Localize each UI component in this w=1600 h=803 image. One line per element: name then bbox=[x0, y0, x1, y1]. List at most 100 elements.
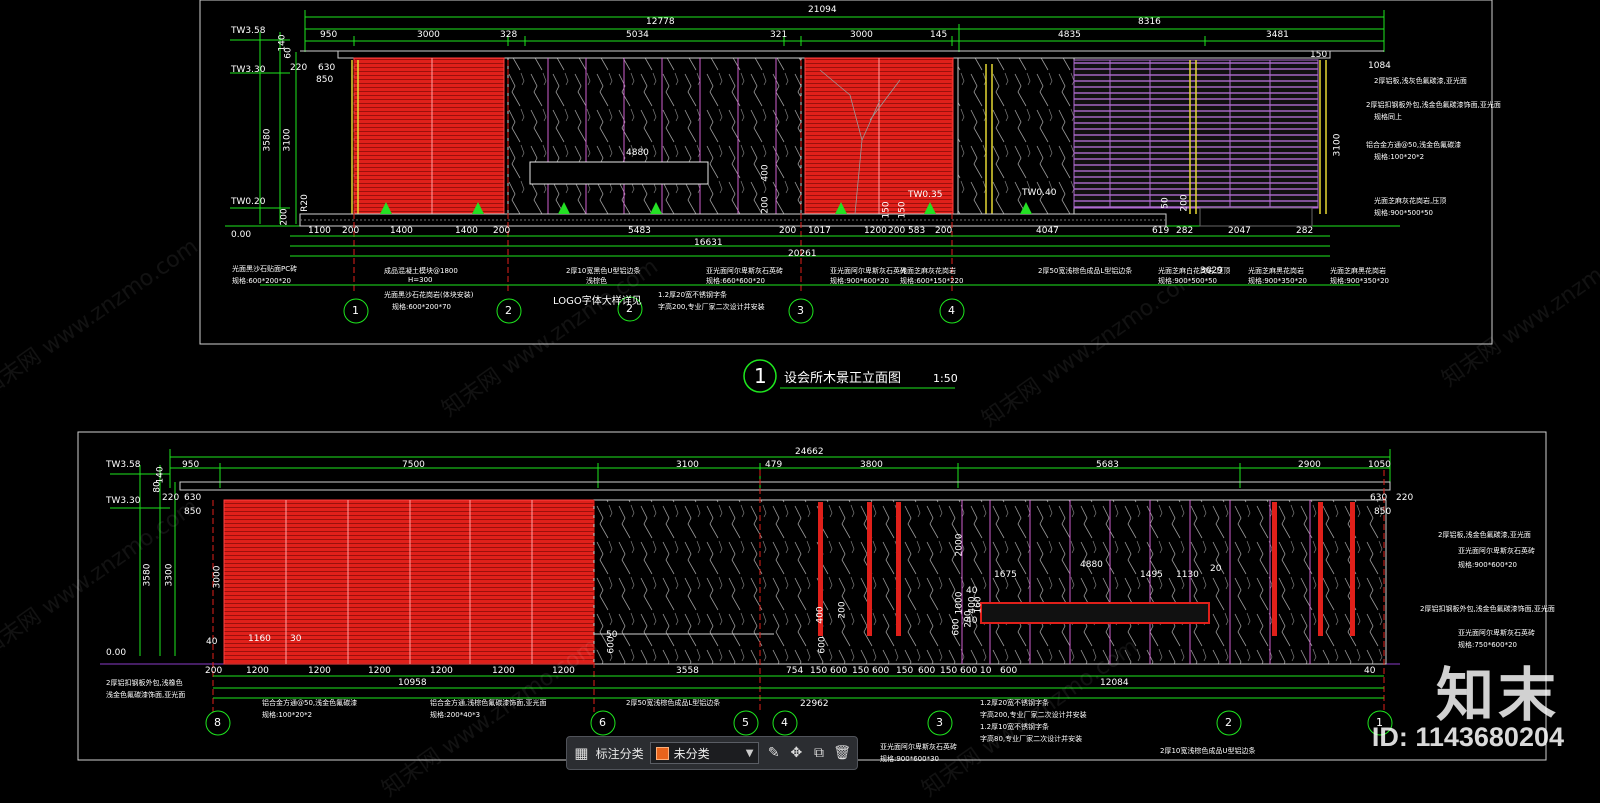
material-note: 亚光面阿尔卑斯灰石英砖 bbox=[830, 267, 907, 275]
dimension-label: 1200 bbox=[308, 666, 331, 676]
logo-signboard bbox=[529, 161, 709, 185]
level-mark: TW0.20 bbox=[231, 197, 266, 207]
dimension-label: 40 bbox=[1364, 666, 1376, 676]
dimension-label: 21094 bbox=[808, 5, 837, 15]
dimension-label: 7500 bbox=[402, 460, 425, 470]
dimension-label: 630 bbox=[1370, 493, 1388, 503]
dimension-label: 1200 bbox=[368, 666, 391, 676]
move-icon[interactable]: ✥ bbox=[788, 742, 805, 764]
material-note: 规格:900*500*50 bbox=[1374, 209, 1433, 217]
category-select-value: 未分类 bbox=[673, 746, 710, 761]
dimension-label: 2000 bbox=[954, 533, 965, 557]
dimension-label: 150 bbox=[1310, 50, 1328, 60]
drawing-1-title: 设会所木景正立面图 bbox=[784, 371, 902, 386]
level-mark: TW3.58 bbox=[231, 26, 266, 36]
dimension-label: 3558 bbox=[676, 666, 699, 676]
material-note: 铝合金方通@50,浅金色氟碳漆 bbox=[1366, 141, 1462, 149]
dimension-label: 600 bbox=[918, 666, 936, 676]
dimension-label: 3100 bbox=[1332, 133, 1343, 157]
dimension-label: 290 bbox=[963, 610, 974, 628]
delete-icon[interactable]: 🗑 bbox=[833, 742, 851, 764]
dimension-label: 60 bbox=[283, 47, 294, 59]
material-note: 亚光面阿尔卑斯灰石英砖 bbox=[706, 267, 783, 275]
dimension-label: 200 bbox=[205, 666, 223, 676]
material-note: 亚光面阿尔卑斯灰石英砖 bbox=[1458, 547, 1535, 555]
dimension-label: 4835 bbox=[1058, 30, 1081, 40]
dimension-label: 20 bbox=[1210, 564, 1222, 574]
dimension-label: 600 bbox=[960, 666, 978, 676]
dimension-label: 200 bbox=[888, 226, 906, 236]
dimension-label: 200 bbox=[1179, 194, 1190, 212]
material-note: 规格:900*600*20 bbox=[1458, 561, 1517, 569]
dimension-label: 600 bbox=[606, 636, 617, 654]
material-note: 规格同上 bbox=[1374, 113, 1402, 121]
material-note: 2厚铝板,浅金色氟碳漆,亚光面 bbox=[1438, 531, 1531, 539]
dimension-label: 150 bbox=[940, 666, 958, 676]
dimension-label: 3481 bbox=[1266, 30, 1289, 40]
dimension-label: 150 bbox=[810, 666, 828, 676]
dimension-label: 600 bbox=[830, 666, 848, 676]
dimension-label: 40 bbox=[966, 586, 978, 596]
dimension-label: 3580 bbox=[142, 563, 153, 587]
dimension-label: 1200 bbox=[246, 666, 269, 676]
dimension-label: 1200 bbox=[492, 666, 515, 676]
dimension-label: 5034 bbox=[626, 30, 649, 40]
dimension-label: 321 bbox=[770, 30, 788, 40]
dimension-label: 479 bbox=[765, 460, 783, 470]
dimension-label: 1675 bbox=[994, 570, 1017, 580]
dimension-label: 1400 bbox=[455, 226, 478, 236]
dimension-label: 40 bbox=[206, 637, 218, 647]
dimension-label: 200 bbox=[935, 226, 953, 236]
material-note: 规格:660*600*20 bbox=[706, 277, 765, 285]
drawing-1-title-number: 1 bbox=[754, 364, 767, 388]
material-note: 光面芝麻黑花岗岩 bbox=[1330, 267, 1386, 275]
dimension-label: 200 bbox=[760, 196, 771, 214]
edit-icon[interactable]: ✎ bbox=[765, 742, 782, 764]
material-note: 2厚50宽浅棕色成品L型铝边条 bbox=[1038, 267, 1133, 275]
dimension-label: 1050 bbox=[1368, 460, 1391, 470]
level-mark: TW3.58 bbox=[106, 460, 141, 470]
dimension-label: R20 bbox=[299, 194, 310, 212]
dimension-label: 200 bbox=[493, 226, 511, 236]
grid-icon[interactable]: ▦ bbox=[573, 743, 590, 763]
dimension-label: 400 bbox=[760, 164, 771, 182]
dimension-label: 10958 bbox=[398, 678, 427, 688]
dimension-label: 3580 bbox=[262, 128, 273, 152]
dimension-label: 10 bbox=[980, 666, 992, 676]
level-mark: TW3.30 bbox=[106, 496, 141, 506]
dimension-label: 3100 bbox=[676, 460, 699, 470]
material-note: 光面芝麻黑花岗岩 bbox=[1248, 267, 1304, 275]
axis-number: 3 bbox=[797, 304, 804, 317]
axis-number: 2 bbox=[626, 302, 633, 315]
dimension-label: 1200 bbox=[430, 666, 453, 676]
level-mark: 0.00 bbox=[106, 648, 127, 658]
watermark-id: ID: 1143680204 bbox=[1371, 722, 1564, 752]
dimension-label: 1495 bbox=[1140, 570, 1163, 580]
toolbar-label: 标注分类 bbox=[595, 746, 644, 761]
dimension-label: 4880 bbox=[1080, 560, 1103, 570]
red-panel bbox=[223, 499, 595, 665]
dimension-label: 950 bbox=[182, 460, 200, 470]
dimension-label: 24662 bbox=[795, 447, 824, 457]
category-color-swatch bbox=[655, 746, 669, 760]
dimension-label: 1084 bbox=[1368, 61, 1391, 71]
material-note: 2厚50宽浅棕色成品L型铝边条 bbox=[626, 699, 721, 707]
category-select[interactable]: 未分类 ▼ bbox=[649, 742, 760, 764]
red-panel bbox=[353, 57, 505, 215]
material-note: 1.2厚20宽不锈钢字条 bbox=[658, 291, 728, 299]
dimension-label: 200 bbox=[342, 226, 360, 236]
dimension-label: 1017 bbox=[808, 226, 831, 236]
signboard bbox=[980, 602, 1210, 624]
material-note: H=300 bbox=[408, 276, 433, 284]
dimension-label: 1160 bbox=[248, 634, 271, 644]
chevron-down-icon: ▼ bbox=[745, 747, 754, 759]
dimension-label: 2047 bbox=[1228, 226, 1251, 236]
axis-number: 5 bbox=[742, 716, 749, 729]
dimension-label: 20261 bbox=[788, 249, 817, 259]
axis-number: 8 bbox=[214, 716, 221, 729]
dimension-label: 16631 bbox=[694, 238, 723, 248]
dimension-label: 150 bbox=[881, 201, 892, 219]
material-note: 字高200,专业厂家二次设计并安装 bbox=[658, 303, 765, 311]
dimension-label: 3100 bbox=[282, 128, 293, 152]
copy-icon[interactable]: ⧉ bbox=[811, 742, 828, 764]
